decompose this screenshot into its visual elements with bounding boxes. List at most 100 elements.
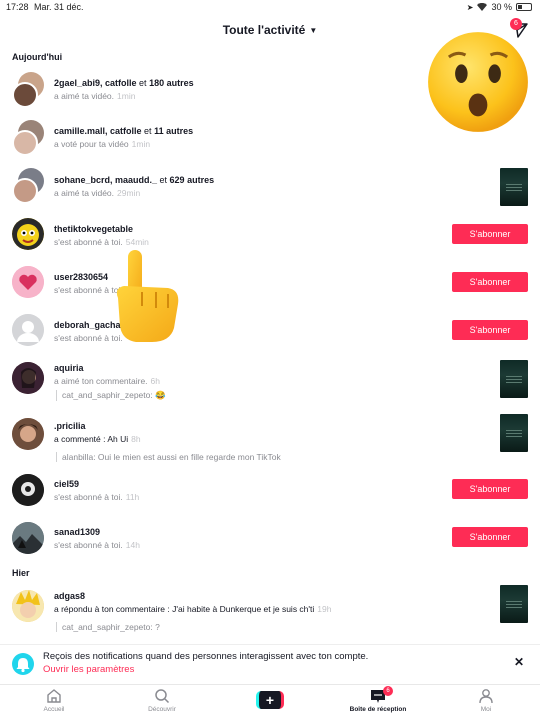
activity-action: s'est abonné à toi.	[54, 237, 123, 247]
status-bar: 17:28 Mar. 31 déc. ➤ 30 %	[0, 0, 540, 16]
activity-action: a aimé ton commentaire.	[54, 376, 148, 386]
tab-label: Moi	[480, 706, 492, 713]
anime-avatar-icon	[12, 590, 44, 622]
send-badge: 6	[510, 18, 522, 30]
follow-button[interactable]: S'abonner	[452, 320, 528, 340]
tab-bar: Accueil Découvrir + 6 Boîte de réception…	[0, 684, 540, 720]
activity-count[interactable]: 11 autres	[154, 126, 193, 136]
activity-users[interactable]: user2830654	[54, 272, 108, 282]
activity-row[interactable]: deborah_gacha s'est abonné à toi. S'abon…	[0, 310, 540, 358]
status-date: Mar. 31 déc.	[34, 2, 84, 12]
page-title: Toute l'activité	[222, 23, 306, 37]
activity-time: 6h	[150, 376, 161, 386]
follow-button[interactable]: S'abonner	[452, 479, 528, 499]
tab-home[interactable]: Accueil	[19, 688, 89, 713]
activity-users[interactable]: aquiria	[54, 363, 84, 373]
location-icon: ➤	[466, 2, 474, 12]
avatar[interactable]	[12, 418, 44, 450]
tab-label: Accueil	[43, 706, 65, 713]
activity-row[interactable]: .pricilia a commenté : Ah Ui 8h alanbilla…	[0, 414, 540, 462]
pointing-hand-emoji-icon	[116, 250, 179, 342]
video-thumbnail[interactable]	[500, 414, 528, 452]
comment-quote[interactable]: cat_and_saphir_zepeto: ?	[56, 622, 160, 632]
user-photo-icon	[12, 362, 44, 394]
activity-users[interactable]: adgas8	[54, 591, 85, 601]
status-time: 17:28	[6, 2, 29, 12]
inbox-badge: 6	[383, 686, 393, 696]
activity-time: 1min	[117, 91, 136, 101]
activity-action: a aimé ta vidéo.	[54, 188, 115, 198]
close-icon[interactable]: ✕	[514, 655, 524, 669]
heart-avatar-icon	[12, 266, 44, 298]
user-photo-icon	[12, 418, 44, 450]
follow-button[interactable]: S'abonner	[452, 272, 528, 292]
follow-button[interactable]: S'abonner	[452, 527, 528, 547]
avatar[interactable]	[12, 474, 44, 506]
activity-users[interactable]: camille.mall, catfolle	[54, 126, 142, 136]
activity-filter-dropdown[interactable]: Toute l'activité ▼	[223, 23, 318, 37]
activity-row[interactable]: aquiria a aimé ton commentaire. 6h cat_an…	[0, 358, 540, 406]
activity-action: a aimé ta vidéo.	[54, 91, 115, 101]
avatar[interactable]	[12, 314, 44, 346]
activity-row[interactable]: sohane_bcrd, maaudd._ et 629 autres a ai…	[0, 166, 540, 214]
section-yesterday: Hier	[12, 568, 30, 578]
battery-icon	[516, 3, 532, 11]
video-thumbnail[interactable]	[500, 585, 528, 623]
vegetable-avatar-icon	[12, 218, 44, 250]
activity-users[interactable]: .pricilia	[54, 421, 86, 431]
caret-down-icon: ▼	[309, 25, 318, 35]
search-icon	[155, 689, 170, 704]
bell-icon	[12, 653, 34, 675]
video-thumbnail[interactable]	[500, 360, 528, 398]
avatar[interactable]	[12, 362, 44, 394]
tab-inbox[interactable]: 6 Boîte de réception	[343, 686, 413, 713]
avatar[interactable]	[12, 266, 44, 298]
avatar[interactable]	[12, 218, 44, 250]
section-today: Aujourd'hui	[12, 52, 63, 62]
notification-banner: Reçois des notifications quand des perso…	[0, 644, 540, 682]
activity-row[interactable]: thetiktokvegetable s'est abonné à toi. 54…	[0, 214, 540, 262]
comment-quote[interactable]: cat_and_saphir_zepeto: 😂	[56, 390, 166, 401]
video-thumbnail[interactable]	[500, 168, 528, 206]
comment-quote[interactable]: alanbilla: Oui le mien est aussi en fill…	[56, 452, 281, 462]
activity-time: 29min	[117, 188, 141, 198]
activity-time: 8h	[131, 434, 141, 444]
activity-action: s'est abonné à toi.	[54, 540, 123, 550]
user-photo-icon	[12, 474, 44, 506]
tab-me[interactable]: Moi	[451, 688, 521, 713]
create-button[interactable]: +	[256, 691, 284, 709]
activity-row[interactable]: sanad1309 s'est abonné à toi. 14h S'abonn…	[0, 520, 540, 568]
activity-users[interactable]: sohane_bcrd, maaudd._	[54, 175, 157, 185]
activity-action: a commenté : Ah Ui	[54, 434, 129, 444]
hushed-face-emoji-icon	[428, 32, 528, 132]
avatar[interactable]	[12, 590, 44, 622]
activity-time: 54min	[125, 237, 149, 247]
battery-percent: 30 %	[491, 2, 512, 12]
activity-users[interactable]: sanad1309	[54, 527, 100, 537]
activity-users[interactable]: thetiktokvegetable	[54, 224, 133, 234]
activity-action: a voté pour ta vidéo	[54, 139, 129, 149]
activity-action: a répondu à ton commentaire : J'ai habit…	[54, 604, 315, 614]
activity-row[interactable]: ciel59 s'est abonné à toi. 11h S'abonner	[0, 472, 540, 520]
tab-label: Découvrir	[148, 706, 176, 713]
activity-count[interactable]: 180 autres	[149, 78, 194, 88]
notification-text: Reçois des notifications quand des perso…	[43, 651, 369, 662]
avatar[interactable]	[12, 522, 44, 554]
activity-row[interactable]: adgas8 a répondu à ton commentaire : J'a…	[0, 584, 540, 632]
home-icon	[47, 689, 61, 703]
open-settings-link[interactable]: Ouvrir les paramètres	[43, 664, 134, 675]
default-user-icon	[12, 314, 44, 346]
activity-row[interactable]: user2830654 s'est abonné à toi. S'abonne…	[0, 262, 540, 310]
activity-users[interactable]: ciel59	[54, 479, 79, 489]
profile-icon	[479, 689, 493, 704]
avatar[interactable]	[12, 168, 44, 204]
activity-time: 19h	[317, 604, 332, 614]
follow-button[interactable]: S'abonner	[452, 224, 528, 244]
avatar[interactable]	[12, 120, 44, 156]
avatar[interactable]	[12, 72, 44, 108]
activity-count[interactable]: 629 autres	[170, 175, 215, 185]
activity-time: 14h	[125, 540, 140, 550]
activity-users[interactable]: 2gael_abi9, catfolle	[54, 78, 137, 88]
tab-discover[interactable]: Découvrir	[127, 688, 197, 713]
tab-label: Boîte de réception	[349, 706, 407, 713]
